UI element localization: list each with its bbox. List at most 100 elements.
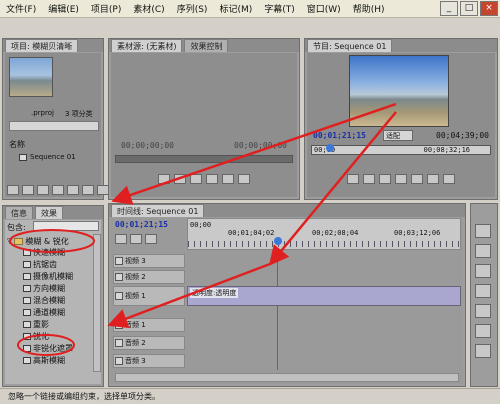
timeline-hscrollbar[interactable]	[115, 373, 459, 382]
effect-item[interactable]: 方向模糊	[23, 283, 65, 294]
program-playhead-icon[interactable]	[326, 144, 334, 152]
step-back-icon[interactable]	[158, 174, 170, 184]
tools-list	[475, 224, 493, 358]
track-audio-2[interactable]: 音频 2	[113, 336, 185, 350]
menu-sequence[interactable]: 序列(S)	[171, 2, 214, 15]
menu-file[interactable]: 文件(F)	[0, 2, 42, 15]
effect-icon	[23, 273, 31, 280]
source-ruler[interactable]	[115, 155, 293, 163]
automate-icon[interactable]	[37, 185, 49, 195]
menu-edit[interactable]: 编辑(E)	[42, 2, 85, 15]
effect-item[interactable]: 抗锯齿	[23, 259, 57, 270]
minimize-button[interactable]: _	[440, 1, 458, 16]
speaker-icon[interactable]	[115, 339, 123, 347]
keyframe-icon[interactable]	[145, 234, 157, 244]
effect-item[interactable]: 通道模糊	[23, 307, 65, 318]
effect-item[interactable]: 非锐化遮罩	[23, 343, 73, 354]
track-label: 视频 3	[125, 257, 146, 265]
play-icon[interactable]	[363, 174, 375, 184]
speaker-icon[interactable]	[115, 321, 123, 329]
effects-content: 包含: ▽ 模糊 & 锐化 快速模糊 抗锯齿 摄像机模糊 方向模糊 混合模糊 通…	[5, 220, 101, 384]
menu-title[interactable]: 字幕(T)	[258, 2, 301, 15]
effect-item[interactable]: 重影	[23, 319, 49, 330]
trim-icon[interactable]	[443, 174, 455, 184]
ruler-label: 00;00	[190, 221, 212, 229]
effect-item[interactable]: 摄像机模糊	[23, 271, 73, 282]
lift-icon[interactable]	[411, 174, 423, 184]
snap-icon[interactable]	[115, 234, 127, 244]
list-view-icon[interactable]	[7, 185, 19, 195]
speaker-icon[interactable]	[115, 357, 123, 365]
expand-triangle-icon[interactable]: ▽	[7, 237, 12, 245]
timeline-panel: 时间线: Sequence 01 00;01;21;15 00;00 00;01…	[108, 203, 466, 387]
new-item-icon[interactable]	[82, 185, 94, 195]
menu-clip[interactable]: 素材(C)	[127, 2, 170, 15]
rolling-edit-icon[interactable]	[475, 284, 491, 298]
play-icon[interactable]	[174, 174, 186, 184]
pen-tool-icon[interactable]	[475, 324, 491, 338]
track-audio-1[interactable]: 音频 1	[113, 318, 185, 332]
source-monitor-panel: 素材源: (无素材) 效果控制 00;00;00;00 00;00;00;00	[108, 38, 300, 200]
tab-effects[interactable]: 效果	[35, 206, 63, 219]
eye-icon[interactable]	[115, 273, 123, 281]
menu-help[interactable]: 帮助(H)	[347, 2, 391, 15]
icon-view-icon[interactable]	[22, 185, 34, 195]
track-video-3[interactable]: 视频 3	[113, 254, 185, 268]
razor-tool-icon[interactable]	[475, 304, 491, 318]
effects-scrollbar[interactable]	[93, 234, 101, 372]
track-audio-3[interactable]: 音频 3	[113, 354, 185, 368]
tab-timeline[interactable]: 时间线: Sequence 01	[111, 204, 205, 217]
fit-dropdown[interactable]: 适配	[383, 130, 413, 141]
effect-item[interactable]: 高斯模糊	[23, 355, 65, 366]
tab-project[interactable]: 项目: 模糊贝清晰	[5, 39, 79, 52]
overlay-icon[interactable]	[238, 174, 250, 184]
bin-icon[interactable]	[67, 185, 79, 195]
marker-icon[interactable]	[130, 234, 142, 244]
project-search-input[interactable]	[9, 121, 99, 131]
tab-source[interactable]: 素材源: (无素材)	[111, 39, 183, 52]
timeline-ruler[interactable]: 00;00 00;01;04;02 00;02;08;04 00;03;12;0…	[187, 218, 461, 250]
maximize-button[interactable]: □	[460, 1, 478, 16]
program-ruler[interactable]: 00;00 00;08;32;16	[311, 144, 491, 155]
effect-item[interactable]: 快速模糊	[23, 247, 65, 258]
tab-info[interactable]: 信息	[5, 206, 33, 219]
tab-program[interactable]: 节目: Sequence 01	[307, 39, 393, 52]
timeline-playhead-icon[interactable]	[274, 237, 282, 245]
step-forward-icon[interactable]	[190, 174, 202, 184]
video-clip[interactable]: 透明度:透明度	[187, 286, 461, 306]
effect-label: 混合模糊	[33, 296, 65, 305]
timeline-timecode: 00;01;21;15	[115, 220, 168, 229]
insert-icon[interactable]	[222, 174, 234, 184]
category-row[interactable]: ▽ 模糊 & 锐化	[7, 235, 91, 247]
menu-marker[interactable]: 标记(M)	[213, 2, 258, 15]
track-video-2[interactable]: 视频 2	[113, 270, 185, 284]
source-timecode-left: 00;00;00;00	[121, 141, 174, 150]
eye-icon[interactable]	[115, 257, 123, 265]
track-video-1[interactable]: 视频 1	[113, 286, 185, 306]
effect-label: 锐化	[33, 332, 49, 341]
menu-project[interactable]: 项目(P)	[85, 2, 127, 15]
effects-panel: 信息 效果 包含: ▽ 模糊 & 锐化 快速模糊 抗锯齿 摄像机模糊 方向模糊 …	[2, 205, 104, 387]
project-toolbar	[7, 185, 109, 195]
project-sequence-item[interactable]: Sequence 01	[19, 153, 76, 161]
loop-icon[interactable]	[206, 174, 218, 184]
track-label: 视频 2	[125, 273, 146, 281]
eye-icon[interactable]	[115, 292, 123, 300]
find-icon[interactable]	[52, 185, 64, 195]
track-select-icon[interactable]	[475, 244, 491, 258]
effect-item[interactable]: 混合模糊	[23, 295, 65, 306]
loop-icon[interactable]	[395, 174, 407, 184]
effects-search-input[interactable]	[33, 221, 99, 231]
ripple-edit-icon[interactable]	[475, 264, 491, 278]
extract-icon[interactable]	[427, 174, 439, 184]
effect-item-sharpen[interactable]: 锐化	[23, 331, 49, 342]
menu-window[interactable]: 窗口(W)	[301, 2, 347, 15]
step-forward-icon[interactable]	[379, 174, 391, 184]
selection-tool-icon[interactable]	[475, 224, 491, 238]
tab-effect-controls[interactable]: 效果控制	[184, 39, 229, 52]
hand-tool-icon[interactable]	[475, 344, 491, 358]
step-back-icon[interactable]	[347, 174, 359, 184]
effect-icon	[23, 249, 31, 256]
source-transport	[115, 167, 293, 191]
close-button[interactable]: ×	[480, 1, 498, 16]
